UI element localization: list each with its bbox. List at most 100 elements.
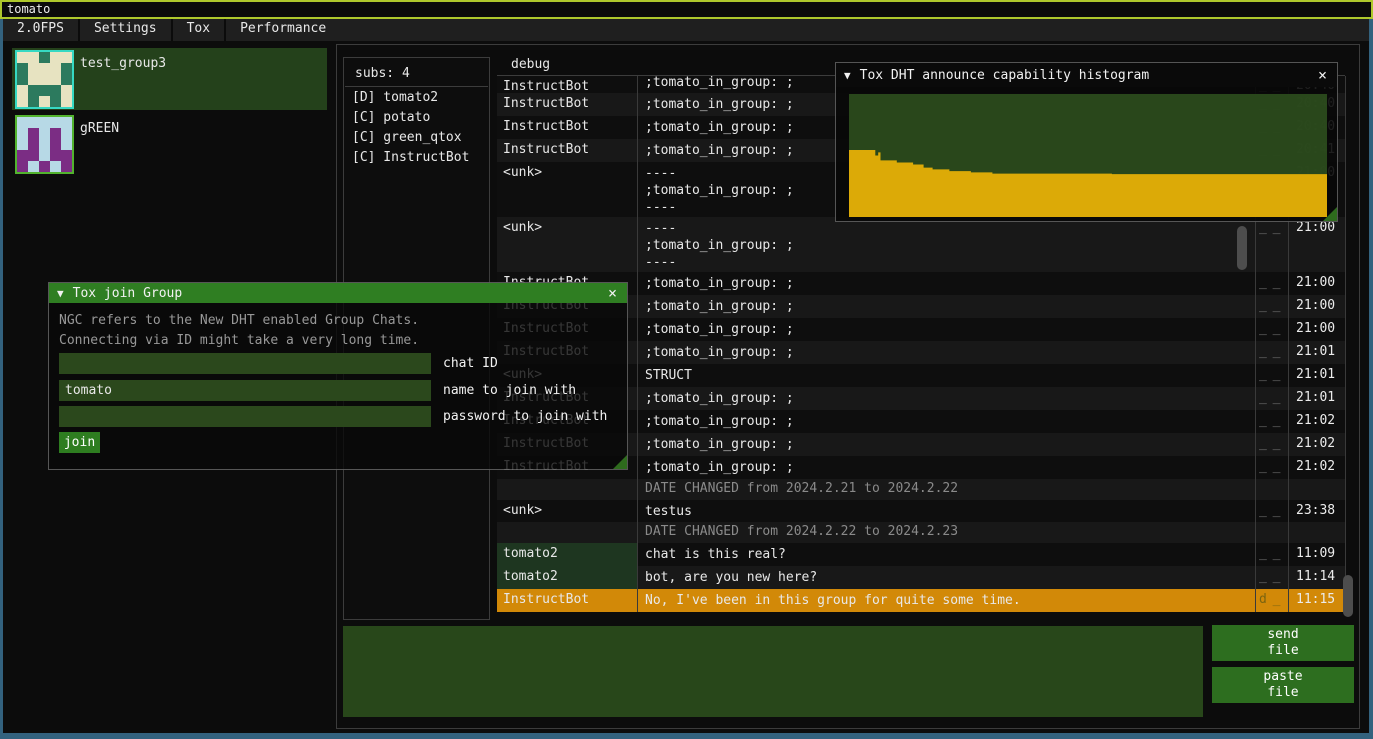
join-password-field[interactable] [59,406,431,427]
message-text: ;tomato_in_group: ; [637,341,1255,363]
close-icon[interactable]: × [608,287,617,299]
group-name-label: test_group3 [80,56,166,71]
avatar-pixel [39,161,50,172]
avatar-pixel [28,161,39,172]
date-changed-row: DATE CHANGED from 2024.2.22 to 2024.2.23 [497,522,1345,543]
date-changed-text: DATE CHANGED from 2024.2.22 to 2024.2.23 [497,522,958,539]
group-avatar [15,115,74,174]
avatar-pixel [39,139,50,150]
subs-member-green-qtox[interactable]: [C] green_qtox [344,127,489,147]
message-text: ;tomato_in_group: ; [637,318,1255,340]
message-time: 21:01 [1288,387,1345,405]
menu-item-tox[interactable]: Tox [173,19,224,41]
window-title: tomato [7,2,50,16]
join-button[interactable]: join [59,432,100,453]
avatar-pixel [28,96,39,107]
resize-grip[interactable] [1323,207,1337,221]
collapse-triangle-icon[interactable]: ▼ [57,287,64,300]
message-sender: tomato2 [497,543,637,566]
subs-member-potato[interactable]: [C] potato [344,107,489,127]
message-status: _ _ [1255,318,1288,336]
message-time: 21:02 [1288,433,1345,451]
avatar-pixel [28,150,39,161]
message-input[interactable] [343,626,1203,717]
message-sender: InstructBot [497,589,637,612]
menu-item-performance[interactable]: Performance [226,19,340,41]
avatar-pixel [50,74,61,85]
message-pane-scrollbar[interactable] [1237,226,1247,270]
subs-member-instructbot[interactable]: [C] InstructBot [344,147,489,167]
avatar-pixel [50,117,61,128]
avatar-pixel [17,117,28,128]
avatar-pixel [50,52,61,63]
message-sender: InstructBot [497,139,637,162]
group-name-label: gREEN [80,121,119,136]
subs-member-list: [D] tomato2[C] potato[C] green_qtox[C] I… [344,87,489,167]
send-file-button[interactable]: send file [1212,625,1354,661]
sidebar-group-green[interactable]: gREEN [12,113,327,175]
avatar-pixel [17,96,28,107]
sidebar-group-test-group3[interactable]: test_group3 [12,48,327,110]
message-status: _ _ [1255,341,1288,359]
message-sender: <unk> [497,162,637,217]
message-time: 21:02 [1288,456,1345,474]
subs-count-header: subs: 4 [344,58,489,86]
avatar-pixel [17,63,28,74]
join-group-window[interactable]: ▼ Tox join Group × NGC refers to the New… [48,282,628,470]
avatar-pixel [17,128,28,139]
dht-histogram-window[interactable]: ▼ Tox DHT announce capability histogram … [835,62,1338,222]
chat-scrollbar[interactable] [1343,575,1353,617]
chat-message-row: tomato2chat is this real?_ _11:09 [497,543,1345,566]
avatar-pixel [61,117,72,128]
message-sender: InstructBot [497,93,637,116]
menu-item-2-0fps: 2.0FPS [3,19,78,41]
message-text: ;tomato_in_group: ; [637,456,1255,478]
window-titlebar[interactable]: tomato [0,0,1373,19]
avatar-pixel [61,161,72,172]
message-text: chat is this real? [637,543,1255,565]
message-time: 21:00 [1288,272,1345,290]
group-avatar [15,50,74,109]
dht-histogram-titlebar[interactable]: ▼ Tox DHT announce capability histogram … [836,63,1337,87]
join-info-line-1: NGC refers to the New DHT enabled Group … [59,313,419,328]
avatar-pixel [50,139,61,150]
message-time: 11:14 [1288,566,1345,584]
window-border-bottom [0,733,1373,739]
join-info-line-2: Connecting via ID might take a very long… [59,333,419,348]
message-time: 11:09 [1288,543,1345,561]
menu-item-settings[interactable]: Settings [80,19,171,41]
avatar-pixel [50,128,61,139]
close-icon[interactable]: × [1318,69,1327,81]
app-window: { "window": { "title": "tomato" }, "menu… [0,0,1373,739]
message-text: ;tomato_in_group: ; [637,295,1255,317]
avatar-pixel [39,63,50,74]
message-status: _ _ [1255,410,1288,428]
message-time: 21:00 [1288,295,1345,313]
message-text: ;tomato_in_group: ; [637,272,1255,294]
collapse-triangle-icon[interactable]: ▼ [844,69,851,82]
avatar-pixel [17,85,28,96]
join-name-field[interactable] [59,380,431,401]
join-group-titlebar[interactable]: ▼ Tox join Group × [49,283,627,303]
chat-message-row: <unk>testus_ _23:38 [497,500,1345,522]
message-time: 23:38 [1288,500,1345,518]
subs-member-tomato2[interactable]: [D] tomato2 [344,87,489,107]
message-text: ;tomato_in_group: ; [637,410,1255,432]
menu-bar: 2.0FPSSettingsToxPerformance [3,19,1369,41]
chat-message-row: <unk>---- ;tomato_in_group: ; ----_ _21:… [497,217,1345,272]
chat-id-field[interactable] [59,353,431,374]
avatar-pixel [17,52,28,63]
message-time: 21:01 [1288,364,1345,382]
avatar-pixel [61,96,72,107]
date-changed-text: DATE CHANGED from 2024.2.21 to 2024.2.22 [497,479,958,496]
avatar-pixel [61,74,72,85]
resize-grip[interactable] [613,455,627,469]
message-sender: InstructBot [497,116,637,139]
message-status: _ _ [1255,500,1288,518]
message-status: _ _ [1255,566,1288,584]
message-time: 11:15 [1288,589,1345,607]
message-time: 21:02 [1288,410,1345,428]
paste-file-button[interactable]: paste file [1212,667,1354,703]
column-divider-time [1345,76,1346,612]
message-status: d _ [1255,589,1288,607]
